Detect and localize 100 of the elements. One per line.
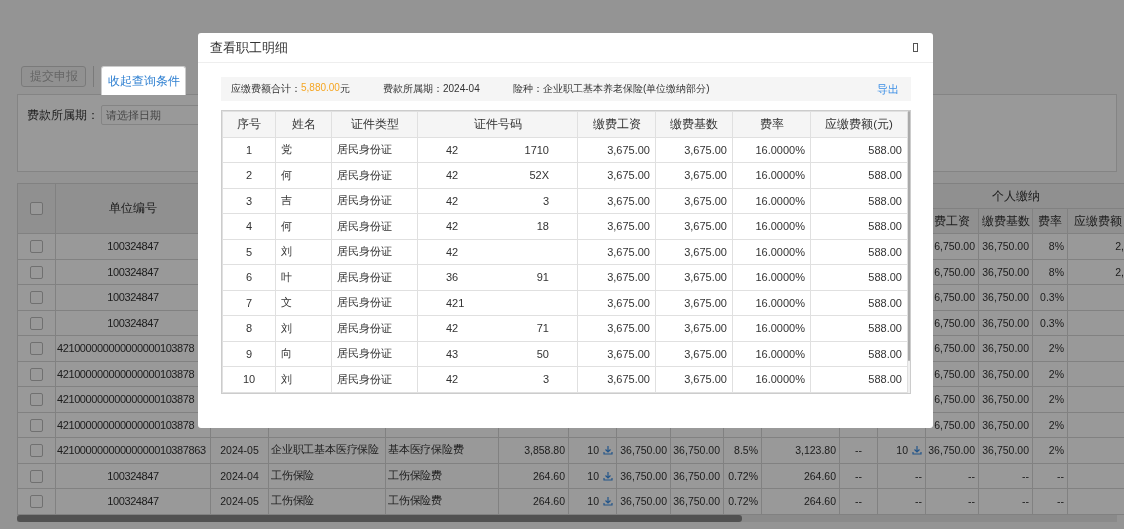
- table-cell: 党: [281, 143, 292, 156]
- table-cell: 16.0000%: [755, 271, 805, 284]
- table-cell: 6,750.00: [934, 291, 975, 304]
- table-cell: 36,750.00: [673, 444, 720, 457]
- table-cell: 100324847: [107, 291, 159, 304]
- scrollbar[interactable]: [908, 111, 910, 393]
- table-cell: 0.3%: [1040, 291, 1064, 304]
- table-cell: 2%: [1048, 444, 1064, 457]
- table-cell: 588.00: [868, 245, 902, 258]
- table-cell: 36,750.00: [982, 265, 1029, 278]
- table-cell: 264.60: [532, 469, 565, 482]
- table-cell: --: [968, 469, 975, 482]
- table-cell: 工伤保险费: [388, 468, 442, 481]
- download-icon[interactable]: [912, 445, 922, 456]
- table-cell: 36,750.00: [673, 495, 720, 508]
- table-cell: 居民身份证: [337, 219, 392, 232]
- table-cell: 3,675.00: [684, 245, 727, 258]
- table-cell: 基本医疗保险费: [388, 443, 464, 456]
- table-cell: 0.3%: [1040, 316, 1064, 329]
- column-header: 序号: [237, 117, 261, 130]
- table-cell: 6,750.00: [934, 393, 975, 406]
- table-cell: --: [855, 469, 862, 482]
- table-cell: 居民身份证: [337, 270, 392, 283]
- table-cell: 36,750.00: [620, 444, 667, 457]
- table-cell: 588.00: [868, 322, 902, 335]
- select-all-checkbox[interactable]: [30, 202, 43, 216]
- export-link[interactable]: 导出: [877, 81, 899, 97]
- id-number-end: 3: [542, 194, 549, 207]
- column-header: 证件号码: [473, 117, 522, 130]
- id-number-end: 3: [542, 373, 549, 386]
- table-cell: 264.60: [803, 495, 836, 508]
- table-cell: 刘: [281, 372, 292, 385]
- table-cell: 6,750.00: [934, 240, 975, 253]
- table-cell: 工伤保险: [271, 494, 315, 507]
- table-cell: 16.0000%: [755, 220, 805, 233]
- tab[interactable]: 收起查询条件: [101, 66, 186, 95]
- table-cell: --: [915, 469, 922, 482]
- table-cell: 588.00: [868, 220, 902, 233]
- group-header: 个人缴纳: [991, 189, 1040, 202]
- row-checkbox[interactable]: [30, 367, 43, 381]
- table-cell: 588.00: [868, 373, 902, 386]
- download-icon[interactable]: [603, 445, 613, 456]
- table-cell: 2%: [1048, 418, 1064, 431]
- table-cell: 居民身份证: [337, 296, 392, 309]
- column-header: 缴费基数: [981, 214, 1030, 227]
- table-cell: 8: [245, 322, 253, 335]
- table-cell: 居民身份证: [337, 245, 392, 258]
- table-cell: 3,675.00: [684, 347, 727, 360]
- table-cell: --: [855, 495, 862, 508]
- table-cell: 3,858.80: [524, 444, 565, 457]
- table-cell: 叶: [281, 270, 292, 283]
- row-checkbox[interactable]: [30, 265, 43, 279]
- table-cell: 3,675.00: [684, 194, 727, 207]
- table-cell: 6,750.00: [934, 265, 975, 278]
- row-checkbox[interactable]: [30, 240, 43, 254]
- row-checkbox[interactable]: [30, 418, 43, 432]
- row-checkbox[interactable]: [30, 342, 43, 356]
- table-cell: 36,750.00: [982, 240, 1029, 253]
- table-cell: 16.0000%: [755, 245, 805, 258]
- table-cell: 3,675.00: [607, 373, 650, 386]
- table-cell: 588.00: [868, 347, 902, 360]
- id-number-start: 42: [446, 169, 459, 182]
- table-cell: 3: [245, 194, 253, 207]
- table-cell: 421000000000000000103878: [57, 418, 195, 431]
- scrollbar[interactable]: [17, 514, 1117, 522]
- table-cell: 2024-05: [220, 444, 259, 457]
- id-number-end: 52X: [529, 169, 549, 182]
- row-checkbox[interactable]: [30, 393, 43, 407]
- row-checkbox[interactable]: [30, 316, 43, 330]
- id-number-start: 42: [446, 373, 459, 386]
- id-number-start: 42: [446, 143, 459, 156]
- table-cell: 6,750.00: [934, 418, 975, 431]
- table-cell: 36,750.00: [620, 495, 667, 508]
- table-cell: 100324847: [107, 495, 159, 508]
- table-cell: 4: [245, 220, 253, 233]
- table-cell: --: [855, 444, 862, 457]
- download-icon[interactable]: [603, 496, 613, 507]
- table-cell: 居民身份证: [337, 194, 392, 207]
- row-checkbox[interactable]: [30, 444, 43, 458]
- row-checkbox[interactable]: [30, 291, 43, 305]
- table-cell: 0.72%: [728, 469, 758, 482]
- table-cell: 居民身份证: [337, 143, 392, 156]
- table-cell: 16.0000%: [755, 169, 805, 182]
- table-cell: 36,750.00: [982, 393, 1029, 406]
- table-cell: 100324847: [107, 265, 159, 278]
- column-header: 费率: [1038, 214, 1062, 227]
- table-cell: 588.00: [868, 271, 902, 284]
- table-cell: 工伤保险费: [388, 494, 442, 507]
- download-icon[interactable]: [603, 470, 613, 481]
- table-cell: 刘: [281, 245, 292, 258]
- row-checkbox[interactable]: [30, 469, 43, 483]
- table-cell: 6: [245, 271, 253, 284]
- row-checkbox[interactable]: [30, 495, 43, 509]
- table-cell: 588.00: [868, 169, 902, 182]
- table-cell: 3,675.00: [607, 220, 650, 233]
- table-cell: 6,750.00: [934, 367, 975, 380]
- table-cell: 588.00: [868, 194, 902, 207]
- table-cell: 36,750.00: [620, 469, 667, 482]
- table-cell: 100324847: [107, 240, 159, 253]
- table-cell: 8%: [1048, 265, 1064, 278]
